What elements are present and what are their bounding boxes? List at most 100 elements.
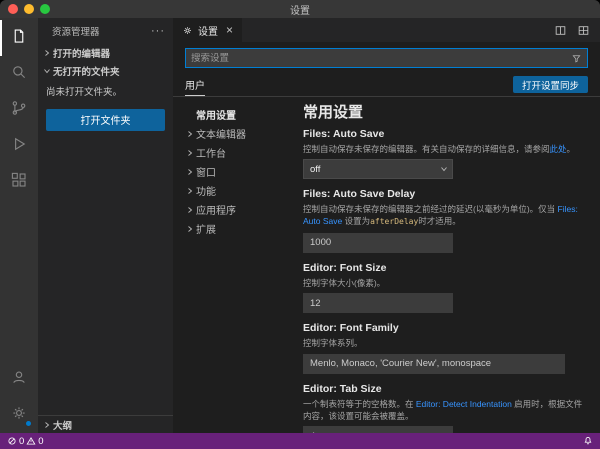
filter-icon[interactable] xyxy=(571,53,582,64)
toc-item-common[interactable]: 常用设置 xyxy=(183,105,291,124)
toc-item-features[interactable]: 功能 xyxy=(183,181,291,200)
manage-button[interactable] xyxy=(0,397,38,433)
source-control-icon xyxy=(10,99,28,122)
tab-user-settings[interactable]: 用户 xyxy=(185,73,205,96)
chevron-down-icon xyxy=(40,65,53,78)
setting-description: 一个制表符等于的空格数。在 Editor: Detect Indentation… xyxy=(303,398,586,422)
chevron-right-icon xyxy=(183,146,196,159)
toc-item-text-editor[interactable]: 文本编辑器 xyxy=(183,124,291,143)
window-controls xyxy=(8,0,50,18)
status-bar: 0 0 xyxy=(0,433,600,449)
setting-description: 控制自动保存未保存的编辑器之前经过的延迟(以毫秒为单位)。仅当 Files: A… xyxy=(303,203,586,228)
editor-area: 设置 × xyxy=(173,18,600,433)
editor-layout-icon[interactable] xyxy=(577,24,590,37)
sidebar-title: 资源管理器 xyxy=(52,24,100,38)
toc-label: 应用程序 xyxy=(196,202,236,217)
open-folder-button[interactable]: 打开文件夹 xyxy=(46,109,165,131)
setting-description: 控制字体大小(像素)。 xyxy=(303,277,586,289)
auto-save-select[interactable]: off xyxy=(303,159,453,179)
run-debug-activity-button[interactable] xyxy=(0,128,38,164)
accounts-button[interactable] xyxy=(0,361,38,397)
toc-label: 文本编辑器 xyxy=(196,126,246,141)
warning-count: 0 xyxy=(38,436,43,447)
toc-label: 扩展 xyxy=(196,221,216,236)
toc-item-workbench[interactable]: 工作台 xyxy=(183,143,291,162)
chevron-right-icon xyxy=(183,203,196,216)
toc-item-application[interactable]: 应用程序 xyxy=(183,200,291,219)
settings-heading: 常用设置 xyxy=(303,101,586,122)
explorer-activity-button[interactable] xyxy=(0,20,38,56)
bell-icon xyxy=(583,436,593,446)
turn-on-settings-sync-button[interactable]: 打开设置同步 xyxy=(513,76,588,93)
search-icon xyxy=(10,63,28,86)
zoom-window-button[interactable] xyxy=(40,4,50,14)
open-editors-label: 打开的编辑器 xyxy=(53,46,110,60)
title-bar: 设置 xyxy=(0,0,600,18)
tab-settings[interactable]: 设置 × xyxy=(173,18,242,42)
gear-icon xyxy=(182,25,193,36)
desc-text: 时才适用。 xyxy=(418,216,461,226)
outline-section[interactable]: 大纲 xyxy=(38,415,173,433)
search-activity-button[interactable] xyxy=(0,56,38,92)
open-editors-section[interactable]: 打开的编辑器 xyxy=(38,44,173,62)
settings-toc: 常用设置 文本编辑器 工作台 窗口 xyxy=(183,97,291,433)
desc-text: 控制自动保存未保存的编辑器之前经过的延迟(以毫秒为单位)。仅当 xyxy=(303,204,558,214)
toc-label: 窗口 xyxy=(196,164,216,179)
desc-text: 设置为 xyxy=(342,216,370,226)
gear-badge xyxy=(25,420,32,427)
toc-label: 功能 xyxy=(196,183,216,198)
setting-tab-size: Editor: Tab Size 一个制表符等于的空格数。在 Editor: D… xyxy=(303,383,586,434)
chevron-right-icon xyxy=(183,127,196,140)
window-title: 设置 xyxy=(290,2,310,17)
no-folder-message: 尚未打开文件夹。 xyxy=(38,80,173,102)
font-size-input[interactable] xyxy=(303,293,453,313)
setting-auto-save-delay: Files: Auto Save Delay 控制自动保存未保存的编辑器之前经过… xyxy=(303,188,586,253)
workbench: 资源管理器 ··· 打开的编辑器 无打开的文件夹 尚未打开文件夹。 打开文件夹 xyxy=(0,18,600,433)
close-window-button[interactable] xyxy=(8,4,18,14)
toc-item-window[interactable]: 窗口 xyxy=(183,162,291,181)
vscode-window: 设置 xyxy=(0,0,600,449)
auto-save-delay-input[interactable] xyxy=(303,233,453,253)
desc-text: 控制自动保存未保存的编辑器。有关自动保存的详细信息，请参阅 xyxy=(303,144,550,154)
notifications-button[interactable] xyxy=(583,436,593,446)
setting-files-auto-save: Files: Auto Save 控制自动保存未保存的编辑器。有关自动保存的详细… xyxy=(303,128,586,179)
split-editor-icon[interactable] xyxy=(554,24,567,37)
no-folder-section[interactable]: 无打开的文件夹 xyxy=(38,62,173,80)
minimize-window-button[interactable] xyxy=(24,4,34,14)
toc-label: 常用设置 xyxy=(196,107,236,122)
here-link[interactable]: 此处 xyxy=(550,144,567,154)
problems-indicator[interactable]: 0 0 xyxy=(7,436,44,447)
font-family-input[interactable] xyxy=(303,354,565,374)
chevron-right-icon xyxy=(183,165,196,178)
settings-list: 常用设置 Files: Auto Save 控制自动保存未保存的编辑器。有关自动… xyxy=(291,97,600,433)
more-actions-icon[interactable]: ··· xyxy=(151,25,165,37)
outline-label: 大纲 xyxy=(53,418,72,432)
tab-bar-spacer xyxy=(242,18,544,42)
desc-text: 。 xyxy=(567,144,576,154)
desc-text: 一个制表符等于的空格数。在 xyxy=(303,399,416,409)
warning-icon xyxy=(26,436,36,446)
toc-indent xyxy=(183,108,196,121)
settings-scope-row: 用户 打开设置同步 xyxy=(173,73,600,97)
chevron-right-icon xyxy=(183,222,196,235)
close-tab-icon[interactable]: × xyxy=(226,24,233,36)
settings-search-input[interactable] xyxy=(191,53,571,64)
sidebar-header: 资源管理器 ··· xyxy=(38,18,173,44)
tab-size-input[interactable] xyxy=(303,426,453,433)
setting-title: Files: Auto Save Delay xyxy=(303,188,586,200)
settings-search-header xyxy=(173,42,600,73)
toc-item-extensions[interactable]: 扩展 xyxy=(183,219,291,238)
extensions-icon xyxy=(10,171,28,194)
setting-title: Editor: Font Size xyxy=(303,262,586,274)
source-control-activity-button[interactable] xyxy=(0,92,38,128)
settings-body: 常用设置 文本编辑器 工作台 窗口 xyxy=(173,97,600,433)
extensions-activity-button[interactable] xyxy=(0,164,38,200)
toc-label: 工作台 xyxy=(196,145,226,160)
no-folder-label: 无打开的文件夹 xyxy=(53,64,120,78)
setting-description: 控制自动保存未保存的编辑器。有关自动保存的详细信息，请参阅此处。 xyxy=(303,143,586,155)
files-icon xyxy=(10,27,28,50)
activity-bar xyxy=(0,18,38,433)
detect-indentation-link[interactable]: Editor: Detect Indentation xyxy=(416,399,512,409)
setting-title: Editor: Font Family xyxy=(303,322,586,334)
tab-label: 设置 xyxy=(198,23,218,38)
